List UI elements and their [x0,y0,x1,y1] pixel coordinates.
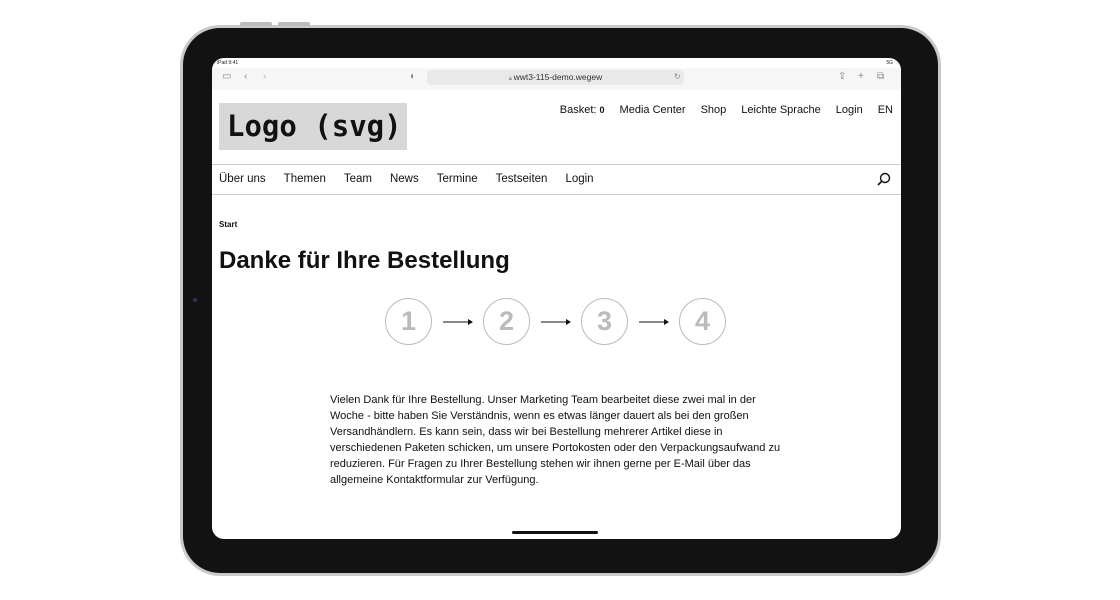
arrow-icon [432,318,483,325]
nav-item-ueber-uns[interactable]: Über uns [219,173,266,185]
logo[interactable]: Logo (svg) [219,103,407,150]
share-icon[interactable]: ⇪ [838,71,846,82]
new-tab-icon[interactable]: + [858,71,864,82]
url-text: wwt3-115-demo.wegew [513,72,603,82]
nav-item-termine[interactable]: Termine [437,173,478,185]
divider [212,194,901,195]
nav-item-testseiten[interactable]: Testseiten [496,173,548,185]
page-title: Danke für Ihre Bestellung [219,247,510,274]
forward-icon[interactable]: › [263,71,266,82]
language-switch[interactable]: EN [878,104,893,116]
basket-label: Basket: [559,104,597,116]
nav-item-login[interactable]: Login [565,173,593,185]
top-link-login[interactable]: Login [836,104,863,116]
sidebar-icon[interactable]: ▭ [222,71,231,82]
step-1: 1 [385,298,432,345]
breadcrumb[interactable]: Start [219,220,237,229]
camera [193,298,197,302]
back-icon[interactable]: ‹ [244,71,247,82]
basket-link[interactable]: Basket: 0 [560,104,605,116]
confirmation-text: Vielen Dank für Ihre Bestellung. Unser M… [330,394,781,486]
home-indicator[interactable] [512,531,598,534]
step-4: 4 [679,298,726,345]
main-nav: Über uns Themen Team News Termine Testse… [219,173,594,185]
nav-item-themen[interactable]: Themen [284,173,326,185]
arrow-icon [628,318,679,325]
nav-item-news[interactable]: News [390,173,419,185]
top-link-media-center[interactable]: Media Center [620,104,686,116]
basket-count: 0 [599,105,605,115]
volume-button [240,22,272,26]
address-bar[interactable]: 🔒︎ wwt3-115-demo.wegew [427,70,684,85]
browser-toolbar: ▭ ‹ › ◐ 🔒︎ wwt3-115-demo.wegew ↻ ⇪ + ⧉ [212,68,901,90]
search-icon[interactable] [877,172,891,186]
top-link-shop[interactable]: Shop [701,104,727,116]
divider [212,164,901,165]
order-steps: 1 2 3 4 [385,298,726,345]
step-2: 2 [483,298,530,345]
screen: iPad 9:41 5G ▭ ‹ › ◐ 🔒︎ wwt3-115-demo.we… [212,58,901,539]
device-time: iPad 9:41 [217,60,239,66]
signal: 5G [886,60,893,66]
tabs-icon[interactable]: ⧉ [877,71,884,82]
top-nav: Basket: 0 Media Center Shop Leichte Spra… [560,104,893,116]
privacy-icon[interactable]: ◐ [410,71,416,82]
status-bar: iPad 9:41 5G [217,60,893,66]
volume-button [278,22,310,26]
top-link-leichte-sprache[interactable]: Leichte Sprache [741,104,821,116]
arrow-icon [530,318,581,325]
reload-icon[interactable]: ↻ [674,72,681,81]
nav-item-team[interactable]: Team [344,173,372,185]
step-3: 3 [581,298,628,345]
